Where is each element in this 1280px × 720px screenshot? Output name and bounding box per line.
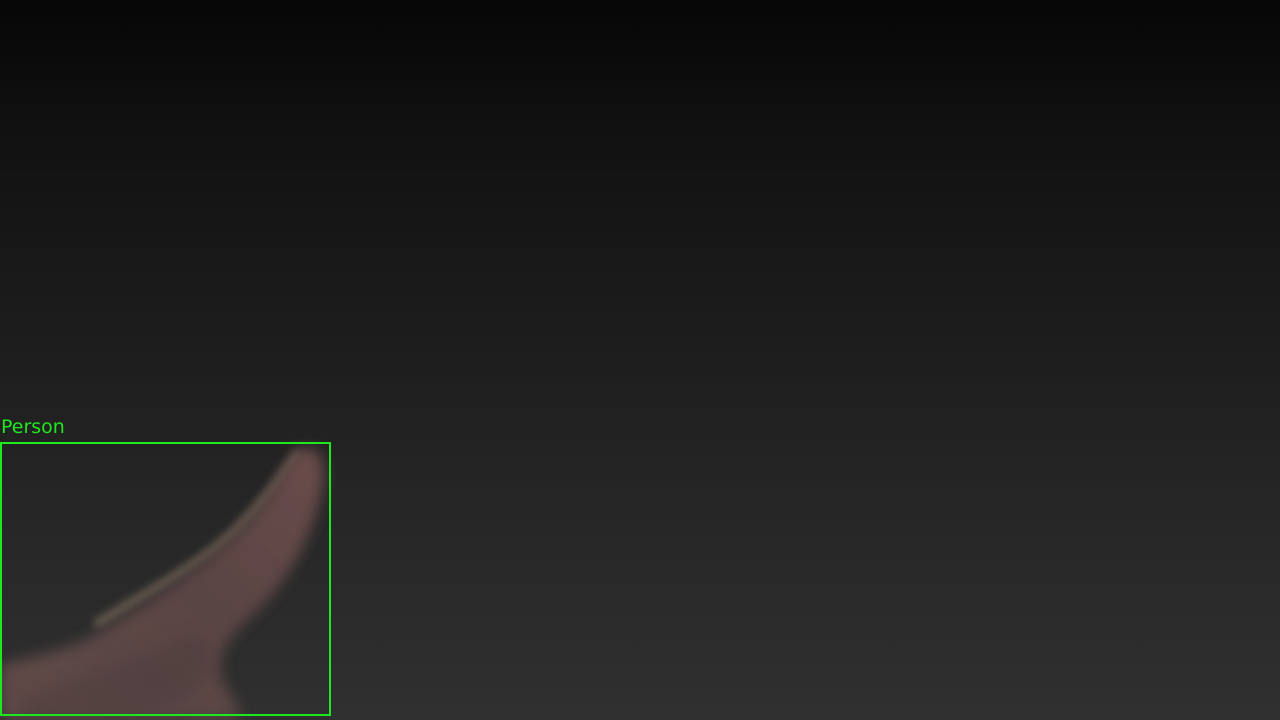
detection-label-person: Person bbox=[1, 416, 65, 438]
camera-frame: Person bbox=[0, 0, 1280, 720]
detection-bounding-box bbox=[0, 442, 331, 716]
